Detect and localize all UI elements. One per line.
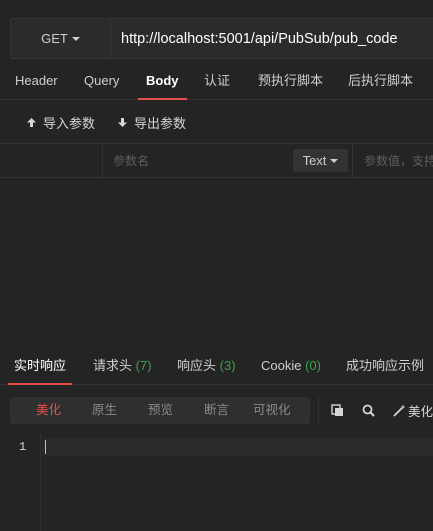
param-checkbox-cell: [0, 144, 103, 177]
method-label: GET: [41, 31, 68, 46]
search-icon: [362, 404, 375, 417]
line-number: 1: [19, 440, 27, 454]
request-headers-count: (7): [135, 358, 152, 373]
toolbar-divider: [318, 397, 319, 424]
tab-response-headers[interactable]: 响应头 (3): [177, 350, 236, 384]
arrow-up-icon: [27, 118, 36, 127]
beautify-label: 美化: [408, 405, 433, 419]
param-type-label: Text: [302, 153, 327, 168]
request-tabs: Header Query Body 认证 预执行脚本 后执行脚本: [0, 62, 433, 100]
tab-realtime-response[interactable]: 实时响应: [7, 350, 73, 385]
cookie-label: Cookie: [261, 358, 302, 373]
export-params-label: 导出参数: [134, 116, 187, 131]
format-beautify[interactable]: 美化: [36, 397, 61, 424]
tab-cookie[interactable]: Cookie (0): [261, 350, 321, 384]
param-value-input[interactable]: [354, 144, 433, 177]
line-gutter: 1: [0, 434, 40, 531]
copy-icon: [331, 404, 343, 416]
arrow-down-icon: [118, 118, 127, 127]
cookie-count: (0): [305, 358, 321, 373]
format-raw[interactable]: 原生: [92, 397, 117, 424]
tab-header[interactable]: Header: [15, 62, 58, 99]
tab-post-script[interactable]: 后执行脚本: [348, 62, 413, 99]
gutter-divider: [40, 434, 41, 531]
response-headers-count: (3): [219, 358, 236, 373]
param-type-select[interactable]: Text: [293, 149, 348, 172]
format-mode-group: 美化 原生 预览 断言 可视化: [10, 397, 310, 424]
beautify-button[interactable]: 美化: [393, 397, 433, 424]
format-preview[interactable]: 预览: [148, 397, 173, 424]
format-assert[interactable]: 断言: [204, 397, 229, 424]
tab-pre-script[interactable]: 预执行脚本: [258, 62, 323, 99]
url-input[interactable]: [111, 19, 433, 58]
param-row: Text: [0, 143, 433, 178]
import-params-label: 导入参数: [43, 116, 96, 131]
request-headers-label: 请求头: [93, 358, 133, 373]
import-params-button[interactable]: 导入参数: [26, 113, 95, 132]
chevron-down-icon: [330, 158, 339, 163]
magic-wand-icon: [393, 404, 406, 417]
url-bar: GET: [10, 18, 433, 59]
method-select[interactable]: GET: [11, 19, 111, 58]
current-line-highlight: [42, 438, 433, 456]
chevron-down-icon: [71, 36, 80, 41]
tab-request-headers[interactable]: 请求头 (7): [93, 350, 152, 384]
param-name-cell: Text: [103, 144, 353, 177]
format-visualize[interactable]: 可视化: [253, 397, 291, 424]
param-value-cell: [354, 144, 433, 177]
response-editor[interactable]: 1: [0, 434, 433, 531]
tab-auth[interactable]: 认证: [204, 62, 230, 99]
tab-success-example[interactable]: 成功响应示例: [346, 350, 424, 384]
search-button[interactable]: [362, 397, 375, 424]
response-headers-label: 响应头: [177, 358, 217, 373]
response-tabs: 实时响应 请求头 (7) 响应头 (3) Cookie (0) 成功响应示例: [0, 350, 433, 385]
export-params-button[interactable]: 导出参数: [117, 113, 186, 132]
copy-button[interactable]: [331, 397, 344, 424]
text-cursor: [45, 440, 46, 454]
tab-query[interactable]: Query: [84, 62, 119, 99]
param-toolbar: 导入参数 导出参数: [0, 101, 433, 143]
tab-body[interactable]: Body: [138, 62, 186, 100]
